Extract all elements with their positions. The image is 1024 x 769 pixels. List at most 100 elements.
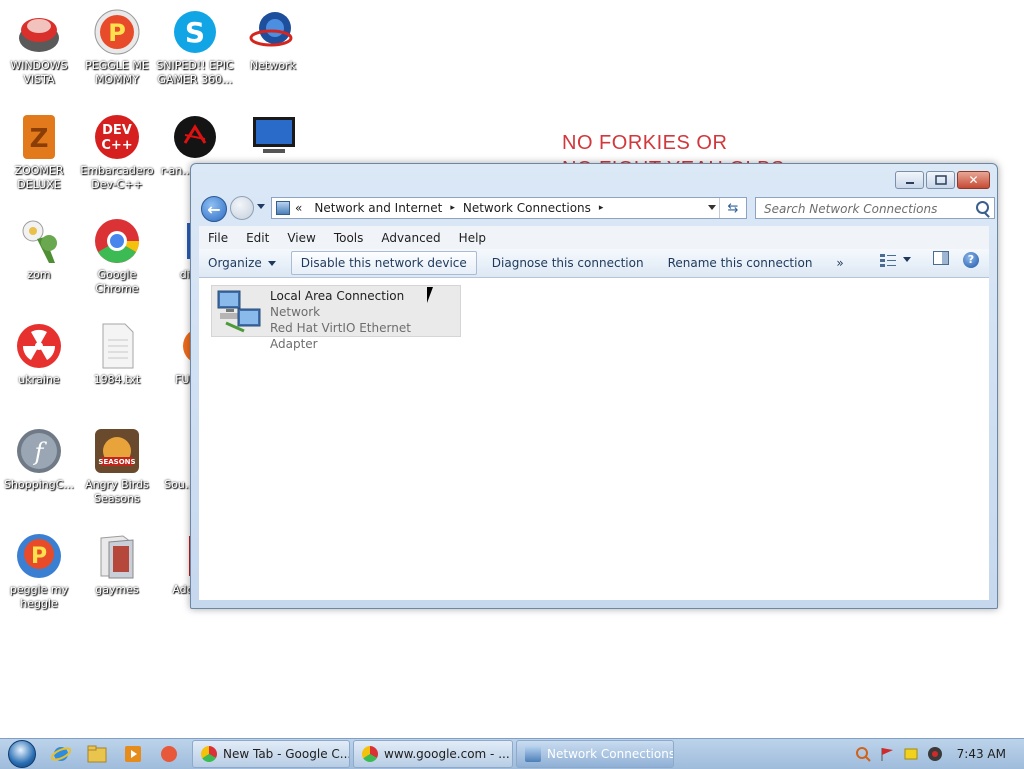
desktop-icon-shopping[interactable]: f ShoppingC... — [0, 427, 78, 492]
search-input[interactable] — [762, 199, 976, 219]
desktop-icon-label: ukraine — [18, 373, 60, 386]
breadcrumb-separator[interactable]: ▸ — [450, 203, 455, 213]
breadcrumb-overflow[interactable]: « — [295, 201, 302, 215]
action-center-flag-icon[interactable] — [879, 746, 895, 762]
quicklaunch-explorer[interactable] — [82, 739, 112, 769]
network-globe-icon — [249, 8, 297, 56]
notification-icon[interactable] — [903, 746, 919, 762]
desktop-icon-label: Network — [250, 59, 296, 72]
desktop-icon-network[interactable]: Network — [234, 8, 312, 73]
peggle-icon: P — [93, 8, 141, 56]
desktop-icon-label: WINDOWS VISTA — [10, 59, 68, 86]
breadcrumb-network-connections[interactable]: Network Connections — [463, 201, 591, 215]
red-logo-icon — [171, 113, 219, 161]
desktop-icon-label: Angry Birds Seasons — [85, 478, 149, 505]
quicklaunch-app[interactable] — [154, 739, 184, 769]
desktop-icon-tv[interactable] — [234, 113, 312, 161]
task-label: Network Connections — [547, 747, 674, 761]
chrome-icon — [93, 217, 141, 265]
desktop-icon-peggle-me-mommy[interactable]: P PEGGLE ME MOMMY — [78, 8, 156, 87]
search-box[interactable] — [755, 197, 995, 219]
desktop-icon-angry-birds[interactable]: SEASONS Angry Birds Seasons — [78, 427, 156, 506]
svg-text:S: S — [185, 16, 205, 49]
volume-icon[interactable] — [927, 746, 943, 762]
preview-pane-button[interactable] — [933, 251, 949, 268]
svg-text:P: P — [31, 544, 47, 569]
flash-icon: f — [15, 427, 63, 475]
app-icon — [161, 746, 177, 762]
address-dropdown-icon[interactable] — [708, 205, 716, 210]
taskbar-task-google[interactable]: www.google.com - ... — [353, 740, 513, 768]
desktop-icon-1984-txt[interactable]: 1984.txt — [78, 322, 156, 387]
desktop-icon-windows-vista[interactable]: WINDOWS VISTA — [0, 8, 78, 87]
desktop-icon-label: Google Chrome — [95, 268, 139, 295]
desktop-icon-google-chrome[interactable]: Google Chrome — [78, 217, 156, 296]
windows-vista-icon — [15, 8, 63, 56]
rename-connection-button[interactable]: Rename this connection — [659, 251, 822, 275]
address-bar[interactable]: « Network and Internet ▸ Network Connect… — [271, 197, 747, 219]
desktop-icon-zom[interactable]: zom — [0, 217, 78, 282]
menu-advanced[interactable]: Advanced — [372, 231, 449, 245]
back-button[interactable]: ← — [201, 196, 227, 222]
recent-pages-dropdown[interactable] — [257, 204, 265, 209]
breadcrumb-network-and-internet[interactable]: Network and Internet — [314, 201, 442, 215]
more-commands-button[interactable]: » — [827, 251, 852, 275]
desktop-icon-label: Embarcadero Dev-C++ — [80, 164, 154, 191]
desktop-icon-label: 1984.txt — [93, 373, 141, 386]
svg-text:P: P — [108, 19, 126, 47]
close-button[interactable]: ✕ — [957, 171, 990, 189]
search-tray-icon[interactable] — [855, 746, 871, 762]
breadcrumb-separator[interactable]: ▸ — [599, 203, 604, 213]
search-icon[interactable] — [976, 201, 989, 214]
refresh-icon: ⇆ — [727, 200, 739, 216]
desktop-icon-sniped[interactable]: S SNIPED!! EPIC GAMER 360... — [156, 8, 234, 87]
desktop-icon-ukraine[interactable]: ukraine — [0, 322, 78, 387]
help-icon: ? — [967, 253, 975, 266]
taskbar: New Tab - Google C... www.google.com - .… — [0, 738, 1024, 769]
forward-button[interactable] — [230, 196, 254, 220]
menu-edit[interactable]: Edit — [237, 231, 278, 245]
control-panel-icon — [276, 201, 290, 215]
chrome-icon — [362, 746, 378, 762]
folder-icon — [87, 745, 107, 763]
help-button[interactable]: ? — [963, 251, 979, 268]
windows-start-icon — [8, 740, 36, 768]
quicklaunch-media-player[interactable] — [118, 739, 148, 769]
clock[interactable]: 7:43 AM — [957, 747, 1006, 761]
desktop-icon-zoomer-deluxe[interactable]: Z ZOOMER DELUXE — [0, 113, 78, 192]
desktop-icon-embarcadero[interactable]: DEV C++ Embarcadero Dev-C++ — [78, 113, 156, 192]
svg-text:Z: Z — [30, 124, 49, 154]
taskbar-task-new-tab[interactable]: New Tab - Google C... — [192, 740, 350, 768]
chevron-down-icon — [267, 260, 276, 266]
command-bar: Organize Disable this network device Dia… — [199, 249, 989, 278]
arrow-left-icon: ← — [207, 199, 221, 219]
organize-button[interactable]: Organize — [199, 251, 285, 275]
angry-birds-icon: SEASONS — [93, 427, 141, 475]
network-connection-icon — [216, 287, 264, 335]
minimize-button[interactable] — [895, 171, 924, 189]
maximize-button[interactable] — [926, 171, 955, 189]
disable-network-device-button[interactable]: Disable this network device — [290, 251, 477, 275]
menu-view[interactable]: View — [278, 231, 324, 245]
change-view-button[interactable] — [879, 253, 911, 267]
local-area-connection-item[interactable]: Local Area Connection Network Red Hat Vi… — [211, 285, 461, 351]
internet-explorer-icon — [51, 747, 71, 761]
menu-tools[interactable]: Tools — [325, 231, 373, 245]
minimize-icon — [905, 182, 914, 184]
start-button[interactable] — [0, 739, 40, 769]
task-label: www.google.com - ... — [384, 747, 510, 761]
taskbar-task-network-connections[interactable]: Network Connections — [516, 740, 674, 768]
rename-label: Rename this connection — [667, 256, 813, 270]
desktop-icon-peggle-my-heggle[interactable]: P peggle my heggle — [0, 532, 78, 611]
menu-help[interactable]: Help — [450, 231, 495, 245]
task-label: New Tab - Google C... — [223, 747, 350, 761]
refresh-button[interactable]: ⇆ — [719, 198, 746, 218]
diagnose-label: Diagnose this connection — [491, 256, 644, 270]
close-icon: ✕ — [968, 173, 979, 187]
connection-adapter: Red Hat VirtIO Ethernet Adapter — [270, 321, 411, 351]
desktop-icon-gaymes[interactable]: gaymes — [78, 532, 156, 597]
desktop-icon-label: ShoppingC... — [4, 478, 74, 491]
quicklaunch-internet-explorer[interactable] — [46, 739, 76, 769]
menu-file[interactable]: File — [199, 231, 237, 245]
diagnose-connection-button[interactable]: Diagnose this connection — [483, 251, 653, 275]
